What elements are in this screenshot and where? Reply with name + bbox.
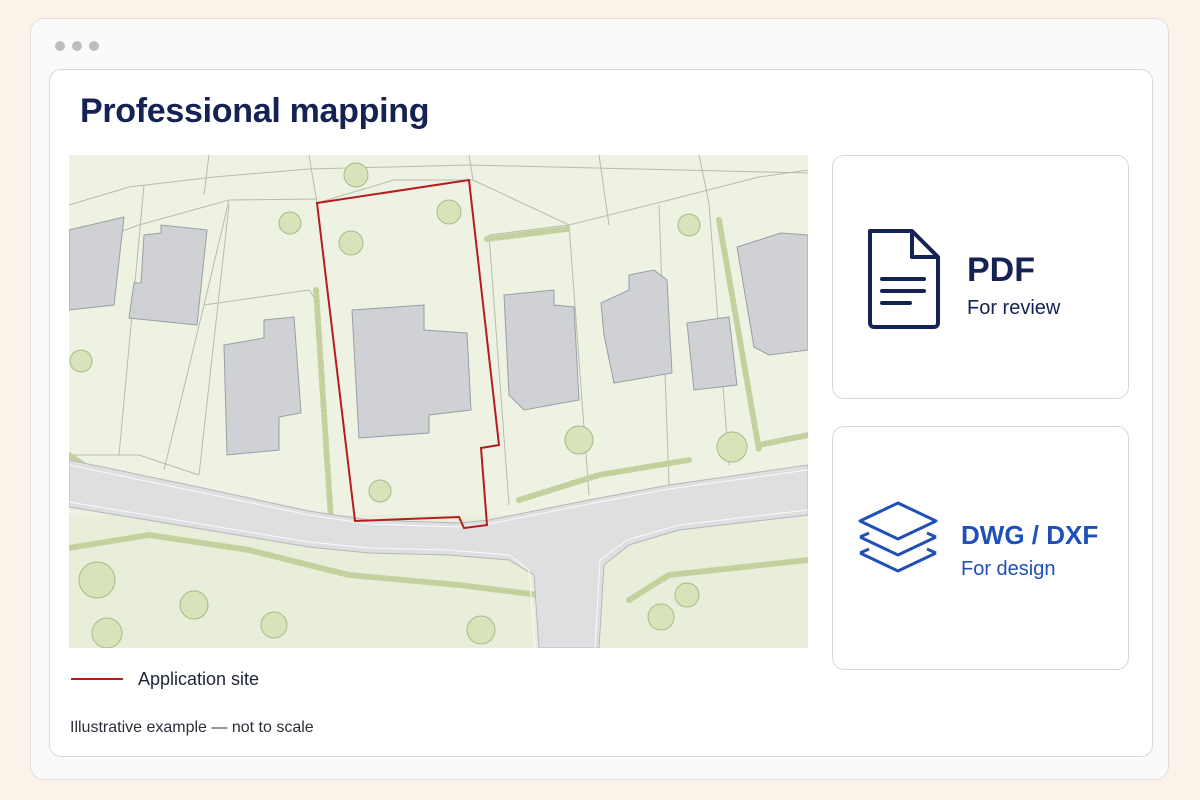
window-dot-1[interactable] (55, 41, 65, 51)
browser-window: Professional mapping Application site Il… (30, 18, 1169, 780)
format-name: PDF (967, 251, 1035, 289)
format-subtitle: For design (961, 557, 1056, 580)
dwg-card-text: DWG / DXF For design (961, 521, 1098, 581)
pdf-card-text: PDF For review (967, 251, 1061, 320)
site-map[interactable] (69, 155, 808, 648)
window-controls (55, 41, 99, 51)
format-name: DWG / DXF (961, 520, 1099, 550)
legend-label: Application site (138, 668, 260, 689)
disclaimer-note: Illustrative example — not to scale (70, 719, 314, 736)
document-icon (864, 227, 942, 336)
pdf-format-card[interactable]: PDF For review (832, 155, 1129, 399)
layers-icon (856, 499, 940, 590)
format-subtitle: For review (967, 297, 1061, 320)
window-dot-2[interactable] (72, 41, 82, 51)
window-dot-3[interactable] (89, 41, 99, 51)
layers-icon-graphic (858, 501, 938, 573)
content-panel: Professional mapping Application site Il… (49, 69, 1153, 757)
dwg-dxf-format-card[interactable]: DWG / DXF For design (832, 426, 1129, 670)
legend-swatch-red-line (71, 678, 123, 680)
map-canvas (69, 155, 808, 648)
document-icon-graphic (868, 229, 940, 329)
map-legend: Application site (71, 668, 259, 690)
page-title: Professional mapping (80, 92, 430, 130)
